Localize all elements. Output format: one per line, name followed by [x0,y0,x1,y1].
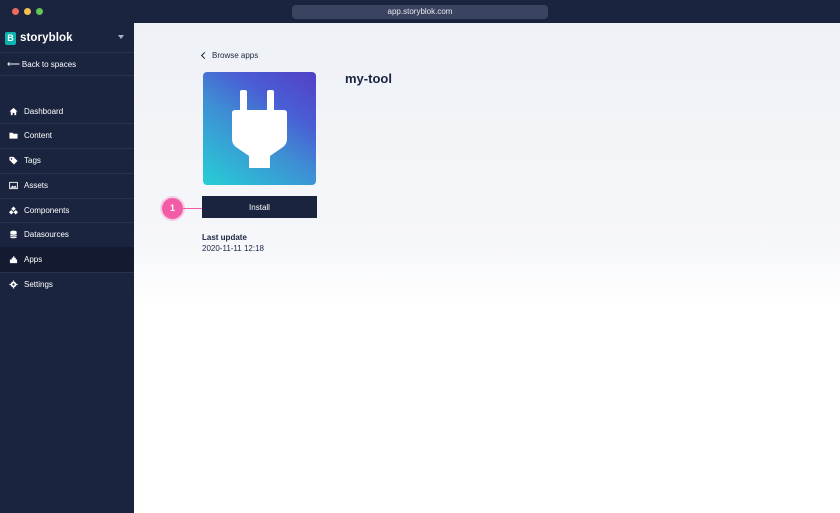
sidebar-item-label: Tags [24,156,41,165]
last-update-value: 2020-11-11 12:18 [202,244,264,253]
last-update-label: Last update [202,233,247,242]
brand[interactable]: B storyblok [5,31,73,45]
step-number-badge: 1 [162,198,183,219]
app-window: app.storyblok.com B storyblok ⟵ Back to … [0,0,840,513]
main-content: Browse apps my-tool 1 Install Last updat… [134,23,840,513]
divider [0,75,134,76]
sidebar-item-label: Dashboard [24,107,64,116]
sidebar-item-label: Settings [24,280,53,289]
chevron-down-icon[interactable] [118,35,124,39]
components-icon [9,206,18,215]
sidebar-item-components[interactable]: Components [0,198,134,223]
sidebar-item-settings[interactable]: Settings [0,272,134,297]
sidebar-item-dashboard[interactable]: Dashboard [0,99,134,124]
browse-apps-link[interactable]: Browse apps [200,51,259,60]
app-title: my-tool [345,71,392,86]
chevron-left-icon [200,51,209,60]
app-icon [203,72,316,185]
sidebar-item-assets[interactable]: Assets [0,173,134,198]
apps-icon [9,256,18,264]
arrow-left-icon: ⟵ [7,59,20,69]
brand-name: storyblok [20,32,73,44]
folder-icon [9,132,18,139]
gear-icon [9,280,18,289]
back-to-spaces-label: Back to spaces [21,60,77,69]
url-bar[interactable]: app.storyblok.com [292,5,548,19]
sidebar-item-content[interactable]: Content [0,123,134,148]
step-connector-line [183,208,202,209]
maximize-window-button[interactable] [36,8,43,15]
plug-icon [232,90,287,168]
home-icon [9,107,18,116]
sidebar-item-apps[interactable]: Apps [0,247,134,272]
sidebar-item-label: Datasources [24,230,69,239]
close-window-button[interactable] [12,8,19,15]
minimize-window-button[interactable] [24,8,31,15]
database-icon [10,230,17,239]
sidebar-item-label: Components [24,206,70,215]
sidebar-item-label: Content [24,131,53,140]
sidebar-item-label: Assets [24,181,49,190]
title-bar: app.storyblok.com [0,0,840,23]
sidebar-item-tags[interactable]: Tags [0,148,134,173]
install-button[interactable]: Install [202,196,317,218]
storyblok-logo-icon: B [5,31,16,45]
tag-icon [9,156,18,165]
sidebar: B storyblok ⟵ Back to spaces Dashboard C… [0,23,134,513]
sidebar-item-datasources[interactable]: Datasources [0,222,134,247]
browse-apps-label: Browse apps [212,51,259,60]
back-to-spaces-link[interactable]: ⟵ Back to spaces [7,59,76,70]
divider [0,52,134,53]
image-icon [9,181,18,190]
sidebar-item-label: Apps [24,255,43,264]
